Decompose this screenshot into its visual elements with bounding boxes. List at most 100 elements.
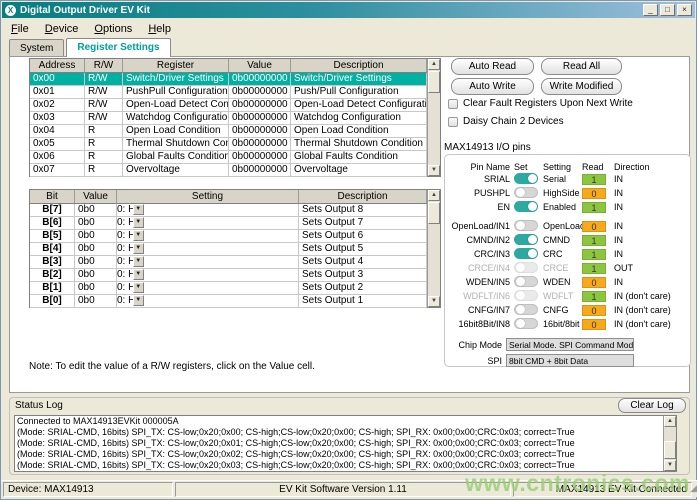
scroll-down-icon[interactable]: ▼	[664, 460, 676, 471]
pin-setting-label: Serial	[543, 174, 566, 184]
bit-table-scrollbar[interactable]: ▲ ▼	[427, 190, 440, 307]
menu-device[interactable]: Device	[37, 22, 87, 36]
title-bar[interactable]: X Digital Output Driver EV Kit _ □ ×	[2, 2, 695, 18]
bit-row: B[1]0b00: HiZ▼Sets Output 2	[30, 282, 427, 295]
chevron-down-icon[interactable]: ▼	[133, 256, 144, 267]
register-cell-rw: R	[85, 151, 123, 164]
register-cell-address: 0x01	[30, 86, 85, 99]
setting-dropdown[interactable]: 0: HiZ▼	[117, 230, 144, 241]
log-line: Connected to MAX14913EVKit 000005A	[15, 416, 663, 427]
register-cell-value[interactable]: 0b00000000	[229, 164, 291, 177]
bit-cell-value: 0b0	[75, 269, 117, 282]
read-all-button[interactable]: Read All	[541, 58, 622, 75]
pin-read-cell: 1	[582, 263, 606, 274]
pin-read-badge: 0	[582, 305, 606, 316]
pin-toggle[interactable]	[514, 276, 538, 287]
setting-dropdown[interactable]: 0: HiZ▼	[117, 282, 144, 293]
register-cell-rw: R/W	[85, 86, 123, 99]
log-scrollbar[interactable]: ▲ ▼	[663, 416, 676, 471]
register-cell-value[interactable]: 0b00000000	[229, 112, 291, 125]
tab-register-settings[interactable]: Register Settings	[66, 38, 170, 57]
register-cell-value[interactable]: 0b00000000	[229, 125, 291, 138]
register-row[interactable]: 0x06RGlobal Faults Condition0b00000000Gl…	[30, 151, 427, 164]
register-cell-value[interactable]: 0b00000000	[229, 99, 291, 112]
setting-dropdown[interactable]: 0: HiZ▼	[117, 243, 144, 254]
pin-toggle[interactable]	[514, 173, 538, 184]
chevron-down-icon[interactable]: ▼	[133, 295, 144, 306]
register-row[interactable]: 0x02R/WOpen-Load Detect Confi...0b000000…	[30, 99, 427, 112]
tab-system[interactable]: System	[9, 39, 64, 56]
scrollbar-thumb[interactable]	[428, 71, 440, 93]
scrollbar-thumb[interactable]	[664, 441, 676, 459]
scroll-up-icon[interactable]: ▲	[428, 190, 440, 201]
menu-file[interactable]: File	[3, 22, 37, 36]
bit-cell-description: Sets Output 3	[299, 269, 427, 282]
register-cell-address: 0x06	[30, 151, 85, 164]
chevron-down-icon[interactable]: ▼	[133, 243, 144, 254]
pin-toggle[interactable]	[514, 201, 538, 212]
chevron-down-icon[interactable]: ▼	[133, 204, 144, 215]
scroll-down-icon[interactable]: ▼	[428, 296, 440, 307]
auto-write-button[interactable]: Auto Write	[451, 78, 534, 95]
pin-direction-label: IN	[614, 221, 623, 231]
status-log-area[interactable]: Connected to MAX14913EVKit 000005A(Mode:…	[14, 415, 677, 472]
write-modified-button[interactable]: Write Modified	[541, 78, 622, 95]
bit-table-header: Bit Value Setting Description	[30, 190, 427, 204]
scroll-up-icon[interactable]: ▲	[428, 59, 440, 70]
register-row[interactable]: 0x04ROpen Load Condition0b00000000Open L…	[30, 125, 427, 138]
resize-grip[interactable]: ◢	[690, 483, 697, 494]
register-row[interactable]: 0x03R/WWatchdog Configuration0b00000000W…	[30, 112, 427, 125]
scrollbar-thumb[interactable]	[428, 202, 440, 224]
setting-dropdown[interactable]: 0: HiZ▼	[117, 269, 144, 280]
register-cell-value[interactable]: 0b00000000	[229, 138, 291, 151]
pin-toggle[interactable]	[514, 187, 538, 198]
maximize-button[interactable]: □	[660, 4, 675, 16]
scroll-down-icon[interactable]: ▼	[428, 165, 440, 176]
pin-setting-label: WDEN	[543, 277, 571, 287]
pin-toggle[interactable]	[514, 220, 538, 231]
checkbox-icon[interactable]	[448, 117, 458, 127]
setting-dropdown[interactable]: 0: HiZ▼	[117, 217, 144, 228]
register-row[interactable]: 0x07ROvervoltage0b00000000Overvoltage	[30, 164, 427, 177]
checkbox-icon[interactable]	[448, 99, 458, 109]
chevron-down-icon[interactable]: ▼	[133, 230, 144, 241]
clear-fault-checkbox-row[interactable]: Clear Fault Registers Upon Next Write	[448, 98, 633, 109]
menu-help[interactable]: Help	[140, 22, 179, 36]
setting-dropdown[interactable]: 0: HiZ▼	[117, 295, 144, 306]
register-table-scrollbar[interactable]: ▲ ▼	[427, 59, 440, 176]
close-button[interactable]: ×	[677, 4, 692, 16]
register-cell-value[interactable]: 0b00000000	[229, 151, 291, 164]
pin-toggle[interactable]	[514, 318, 538, 329]
pin-toggle[interactable]	[514, 234, 538, 245]
pin-toggle[interactable]	[514, 304, 538, 315]
clear-log-button[interactable]: Clear Log	[618, 398, 686, 413]
pin-toggle[interactable]	[514, 248, 538, 259]
minimize-button[interactable]: _	[643, 4, 658, 16]
register-row[interactable]: 0x01R/WPushPull Configuration0b00000000P…	[30, 86, 427, 99]
daisy-chain-checkbox-row[interactable]: Daisy Chain 2 Devices	[448, 116, 564, 127]
bit-cell-description: Sets Output 2	[299, 282, 427, 295]
register-cell-value[interactable]: 0b00000000	[229, 73, 291, 86]
chevron-down-icon[interactable]: ▼	[133, 282, 144, 293]
pin-read-cell: 1	[582, 235, 606, 246]
pin-read-badge: 1	[582, 249, 606, 260]
setting-dropdown[interactable]: 0: HiZ▼	[117, 256, 144, 267]
register-row[interactable]: 0x00R/WSwitch/Driver Settings0b00000000S…	[30, 73, 427, 86]
register-cell-value[interactable]: 0b00000000	[229, 86, 291, 99]
pin-name-label: WDEN/IN5	[444, 277, 510, 287]
register-row[interactable]: 0x05RThermal Shutdown Con...0b00000000Th…	[30, 138, 427, 151]
setting-dropdown[interactable]: 0: HiZ▼	[117, 204, 144, 215]
menu-options[interactable]: Options	[86, 22, 140, 36]
pin-setting-label: CNFG	[543, 305, 569, 315]
scroll-up-icon[interactable]: ▲	[664, 416, 676, 427]
register-table: Address R/W Register Value Description 0…	[29, 58, 441, 177]
chevron-down-icon[interactable]: ▼	[133, 217, 144, 228]
register-cell-rw: R/W	[85, 73, 123, 86]
io-pin-row: CNFG/IN7CNFG0IN (don't care)	[444, 303, 684, 317]
hdr-pin-name: Pin Name	[444, 162, 510, 172]
register-cell-address: 0x00	[30, 73, 85, 86]
auto-read-button[interactable]: Auto Read	[451, 58, 534, 75]
register-cell-register: Global Faults Condition	[123, 151, 229, 164]
pin-setting-label: WDFLT	[543, 291, 573, 301]
chevron-down-icon[interactable]: ▼	[133, 269, 144, 280]
